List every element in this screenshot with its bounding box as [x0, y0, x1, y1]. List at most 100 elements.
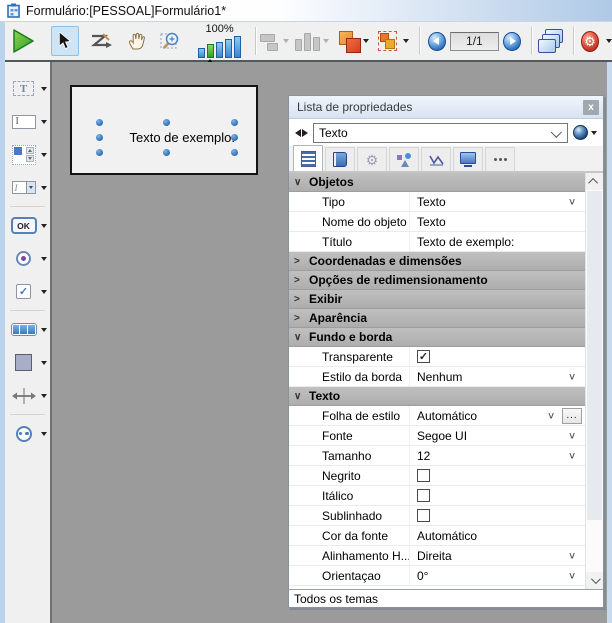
scrollbar-thumb[interactable]	[587, 191, 602, 520]
tab-more[interactable]	[485, 147, 515, 171]
create-radio-tool[interactable]	[5, 242, 50, 275]
property-value[interactable]: Direita∨	[409, 546, 585, 565]
create-button-tool[interactable]: OK	[5, 209, 50, 242]
create-combobox-tool[interactable]: I	[5, 171, 50, 204]
chevron-down-icon[interactable]	[41, 394, 47, 398]
zoom-bars[interactable]	[198, 36, 241, 58]
selection-handle[interactable]	[163, 149, 170, 156]
form-pages-button[interactable]	[538, 26, 566, 56]
chevron-down-icon[interactable]	[41, 120, 47, 124]
ellipsis-button[interactable]: ...	[562, 408, 582, 424]
zoom-bar-5[interactable]	[234, 36, 241, 58]
scroll-down-button[interactable]	[586, 572, 603, 589]
zoom-scale-widget[interactable]: 100%	[193, 24, 246, 58]
select-tool-button[interactable]	[51, 26, 79, 56]
chevron-down-icon[interactable]	[41, 87, 47, 91]
entry-order-tool-button[interactable]	[87, 26, 115, 56]
chevron-down-icon[interactable]	[41, 290, 47, 294]
selection-handle[interactable]	[163, 119, 170, 126]
tab-events[interactable]	[325, 147, 355, 171]
chevron-down-icon[interactable]: ∨	[547, 410, 555, 421]
create-plugin-area-tool[interactable]	[5, 417, 50, 450]
section-header[interactable]: >Exibir	[289, 290, 585, 309]
arrow-left-icon[interactable]	[295, 129, 301, 137]
scrollbar-track[interactable]	[586, 190, 603, 572]
chevron-down-icon[interactable]: ∨	[568, 430, 576, 441]
zoom-bar-current[interactable]	[207, 44, 214, 58]
form-page-area[interactable]: Texto de exemplo:	[70, 85, 258, 175]
property-value[interactable]: 0°∨	[409, 566, 585, 585]
object-prev-next-buttons[interactable]	[295, 129, 308, 137]
checkbox-checked[interactable]: ✓	[417, 350, 430, 363]
chevron-down-icon[interactable]: ∨	[568, 450, 576, 461]
create-checkbox-tool[interactable]: ✓	[5, 275, 50, 308]
vertical-scrollbar[interactable]	[585, 173, 603, 589]
zoom-bar-3[interactable]	[216, 42, 223, 58]
chevron-down-icon[interactable]: ∨	[568, 570, 576, 581]
section-header[interactable]: ∨Objetos	[289, 173, 585, 192]
execute-form-button[interactable]	[9, 26, 37, 56]
chevron-down-icon[interactable]	[606, 39, 612, 43]
close-button[interactable]: x	[583, 100, 599, 115]
checkbox-unchecked[interactable]	[417, 489, 430, 502]
view-options-button[interactable]	[573, 125, 597, 140]
object-selector-dropdown[interactable]: Texto	[313, 123, 568, 143]
chevron-down-icon[interactable]: ∨	[568, 550, 576, 561]
chevron-down-icon[interactable]	[41, 432, 47, 436]
section-header[interactable]: >Opções de redimensionamento	[289, 271, 585, 290]
arrow-right-icon[interactable]	[302, 129, 308, 137]
tab-display[interactable]	[453, 147, 483, 171]
property-value[interactable]: Automático∨...	[409, 406, 585, 425]
section-header[interactable]: >Aparência	[289, 309, 585, 328]
selection-handle[interactable]	[231, 134, 238, 141]
next-page-button[interactable]	[503, 32, 521, 51]
tab-chart[interactable]	[421, 147, 451, 171]
group-button[interactable]	[378, 26, 409, 56]
checkbox-unchecked[interactable]	[417, 469, 430, 482]
levels-button[interactable]	[337, 26, 369, 56]
previous-page-button[interactable]	[428, 32, 446, 51]
zoom-tool-button[interactable]	[157, 26, 185, 56]
chevron-down-icon[interactable]	[403, 39, 409, 43]
checkbox-unchecked[interactable]	[417, 509, 430, 522]
create-input-tool[interactable]: I	[5, 105, 50, 138]
create-button-grid-tool[interactable]	[5, 313, 50, 346]
property-value[interactable]: 12∨	[409, 446, 585, 465]
tab-settings[interactable]: ⚙	[357, 147, 387, 171]
selection-handle[interactable]	[231, 149, 238, 156]
chevron-down-icon[interactable]	[41, 224, 47, 228]
tab-objects[interactable]	[389, 147, 419, 171]
chevron-down-icon[interactable]	[363, 39, 369, 43]
create-splitter-tool[interactable]	[5, 379, 50, 412]
create-rectangle-tool[interactable]	[5, 346, 50, 379]
property-value[interactable]: Texto∨	[409, 192, 585, 211]
selection-handle[interactable]	[96, 134, 103, 141]
zoom-bar-4[interactable]	[225, 39, 232, 58]
section-header[interactable]: >Coordenadas e dimensões	[289, 252, 585, 271]
section-header[interactable]: ∨Fundo e borda	[289, 328, 585, 347]
property-value[interactable]: Segoe UI∨	[409, 426, 585, 445]
selection-handle[interactable]	[96, 119, 103, 126]
chevron-down-icon[interactable]	[41, 186, 47, 190]
selection-handle[interactable]	[231, 119, 238, 126]
scroll-up-button[interactable]	[586, 173, 603, 190]
chevron-down-icon[interactable]: ∨	[568, 371, 576, 382]
create-listbox-tool[interactable]	[5, 138, 50, 171]
chevron-down-icon[interactable]	[41, 257, 47, 261]
selection-handle[interactable]	[96, 149, 103, 156]
form-canvas[interactable]: Texto de exemplo: Lista de propriedades …	[52, 62, 607, 623]
section-header[interactable]: ∨Texto	[289, 387, 585, 406]
tab-properties-list[interactable]	[293, 145, 323, 171]
chevron-down-icon[interactable]: ∨	[568, 196, 576, 207]
settings-button[interactable]: ⚙	[581, 26, 612, 56]
selected-text-object[interactable]: Texto de exemplo:	[99, 122, 235, 153]
create-text-tool[interactable]: T	[5, 72, 50, 105]
move-tool-button[interactable]	[123, 26, 151, 56]
panel-titlebar[interactable]: Lista de propriedades x	[289, 96, 603, 119]
chevron-down-icon[interactable]	[41, 153, 47, 157]
chevron-down-icon[interactable]	[41, 328, 47, 332]
chevron-down-icon[interactable]	[41, 361, 47, 365]
property-value[interactable]: Nenhum∨	[409, 367, 585, 386]
zoom-bar-1[interactable]	[198, 48, 205, 58]
collapse-icon: ∨	[294, 332, 309, 343]
